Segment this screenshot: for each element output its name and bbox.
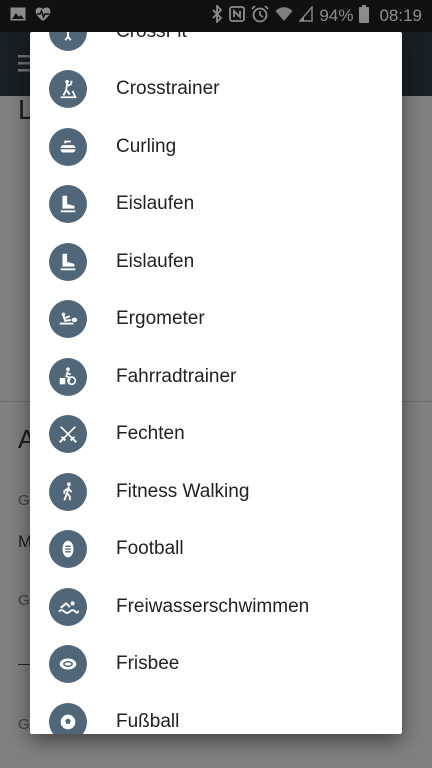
list-item[interactable]: Frisbee (30, 636, 402, 694)
list-item[interactable]: Football (30, 521, 402, 579)
walking-icon (49, 472, 87, 511)
list-item[interactable]: Fahrradtrainer (30, 348, 402, 406)
list-item-label: Curling (116, 135, 177, 157)
list-item-label: Fitness Walking (116, 480, 250, 502)
list-item-label: Fußball (116, 710, 180, 732)
list-item[interactable]: CrossFit (30, 32, 402, 61)
list-item-label: Eislaufen (116, 250, 195, 272)
list-item-label: Football (116, 538, 184, 560)
curling-stone-icon (49, 127, 87, 166)
list-item[interactable]: Fechten (30, 406, 402, 464)
list-item-label: Ergometer (116, 308, 205, 330)
list-item[interactable]: Fitness Walking (30, 463, 402, 521)
list-item-label: Fechten (116, 423, 185, 445)
list-item[interactable]: Eislaufen (30, 233, 402, 291)
stationary-bike-icon (49, 357, 87, 396)
list-item[interactable]: Eislaufen (30, 176, 402, 234)
frisbee-icon (49, 645, 87, 684)
list-item[interactable]: Freiwasserschwimmen (30, 578, 402, 636)
list-item[interactable]: Crosstrainer (30, 61, 402, 119)
list-item-label: Frisbee (116, 653, 180, 675)
crosstrainer-icon (49, 70, 87, 109)
american-football-icon (49, 530, 87, 569)
list-item-label: Fahrradtrainer (116, 365, 237, 387)
list-item-label: Crosstrainer (116, 78, 220, 100)
sport-selection-dialog: CrossFit Crosstrainer Curling Eislaufen (30, 32, 402, 734)
list-item-label: Freiwasserschwimmen (116, 595, 310, 617)
ice-skate-icon (49, 242, 87, 281)
list-item[interactable]: Ergometer (30, 291, 402, 349)
ice-skate-icon (49, 185, 87, 224)
fencing-icon (49, 415, 87, 454)
list-item-label: CrossFit (116, 32, 187, 43)
rowing-machine-icon (49, 300, 87, 339)
swimming-icon (49, 587, 87, 626)
soccer-ball-icon (49, 702, 87, 734)
list-item-label: Eislaufen (116, 193, 195, 215)
list-item[interactable]: Fußball (30, 693, 402, 734)
weightlifting-icon (49, 32, 87, 51)
sport-list[interactable]: CrossFit Crosstrainer Curling Eislaufen (30, 32, 402, 734)
list-item[interactable]: Curling (30, 118, 402, 176)
